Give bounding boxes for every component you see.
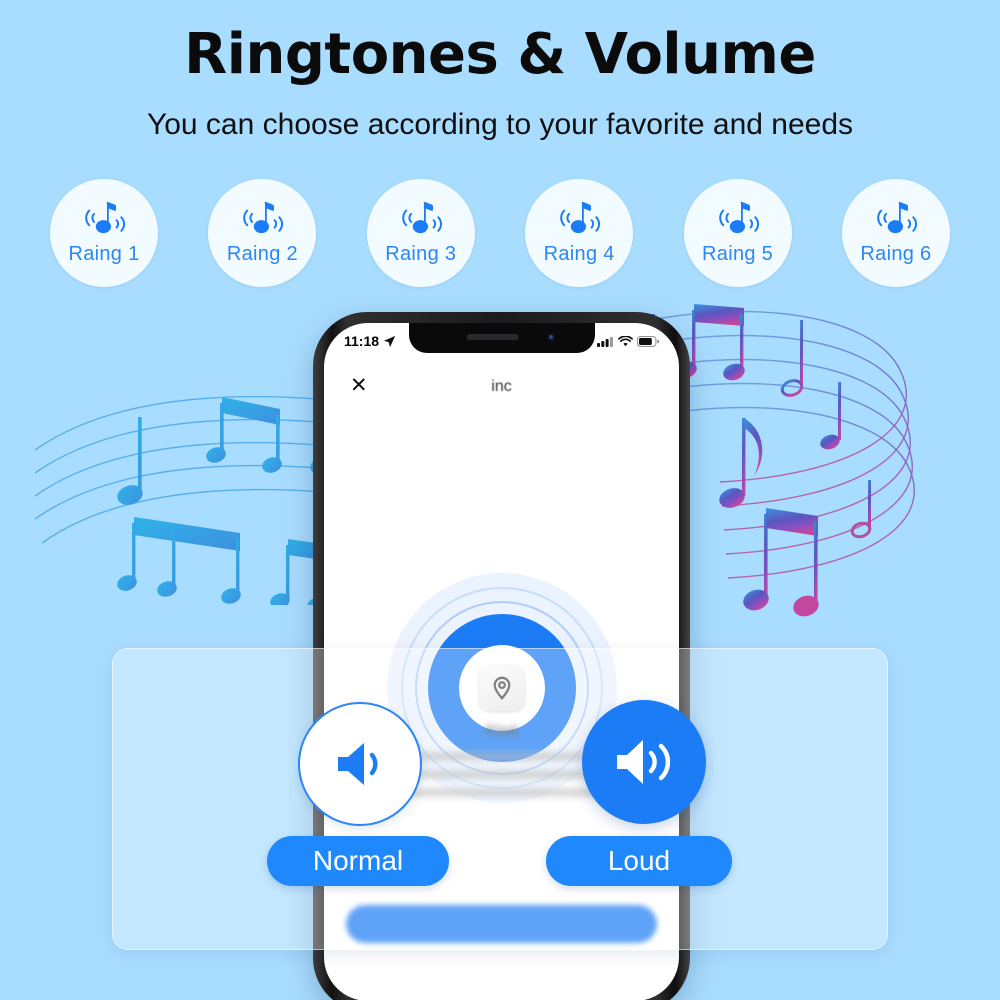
status-bar: 11:18 [324,329,679,353]
music-note-ringing-icon [718,201,759,233]
ringtone-label: Raing 1 [68,242,140,265]
ringtone-label: Raing 5 [702,242,774,265]
ringtone-label: Raing 6 [860,242,932,265]
ringtone-option-2[interactable]: Raing 2 [208,178,317,287]
ringtone-option-1[interactable]: Raing 1 [50,178,158,287]
volume-loud-button[interactable]: Loud [546,836,732,886]
status-time: 11:18 [344,333,380,349]
close-icon[interactable]: ✕ [350,375,368,396]
volume-normal-icon-button[interactable] [298,702,422,826]
ringtone-option-3[interactable]: Raing 3 [366,178,475,287]
battery-icon [637,335,659,347]
volume-panel [112,648,888,950]
ringtone-label: Raing 4 [543,242,615,265]
ringtone-option-5[interactable]: Raing 5 [683,178,792,287]
phone-header-word: inc [491,378,512,395]
speaker-wave-high-icon [617,740,671,784]
volume-normal-button[interactable]: Normal [267,836,449,886]
speaker-wave-low-icon [338,743,378,785]
music-note-ringing-icon [560,201,601,233]
ringtone-label: Raing 2 [226,242,298,265]
volume-loud-icon-button[interactable] [582,700,706,824]
page-title: Ringtones & Volume [184,22,816,87]
ringtone-label: Raing 3 [385,242,457,265]
poster-canvas: Ringtones & Volume You can choose accord… [0,0,1000,1000]
location-arrow-icon [383,335,396,347]
music-note-ringing-icon [401,201,442,233]
wifi-icon [618,335,633,346]
page-subtitle: You can choose according to your favorit… [146,108,854,141]
ringtone-list: Raing 1 Raing 2 Raing 3 Raing 4 Raing 5 … [50,175,950,290]
ringtone-option-4[interactable]: Raing 4 [525,178,634,287]
ringtone-option-6[interactable]: Raing 6 [841,178,950,287]
music-note-ringing-icon [877,201,918,233]
cellular-signal-icon [597,336,613,347]
music-note-ringing-icon [243,201,284,233]
music-note-ringing-icon [85,201,126,233]
volume-loud-label: Loud [607,845,671,876]
volume-normal-label: Normal [312,845,404,876]
